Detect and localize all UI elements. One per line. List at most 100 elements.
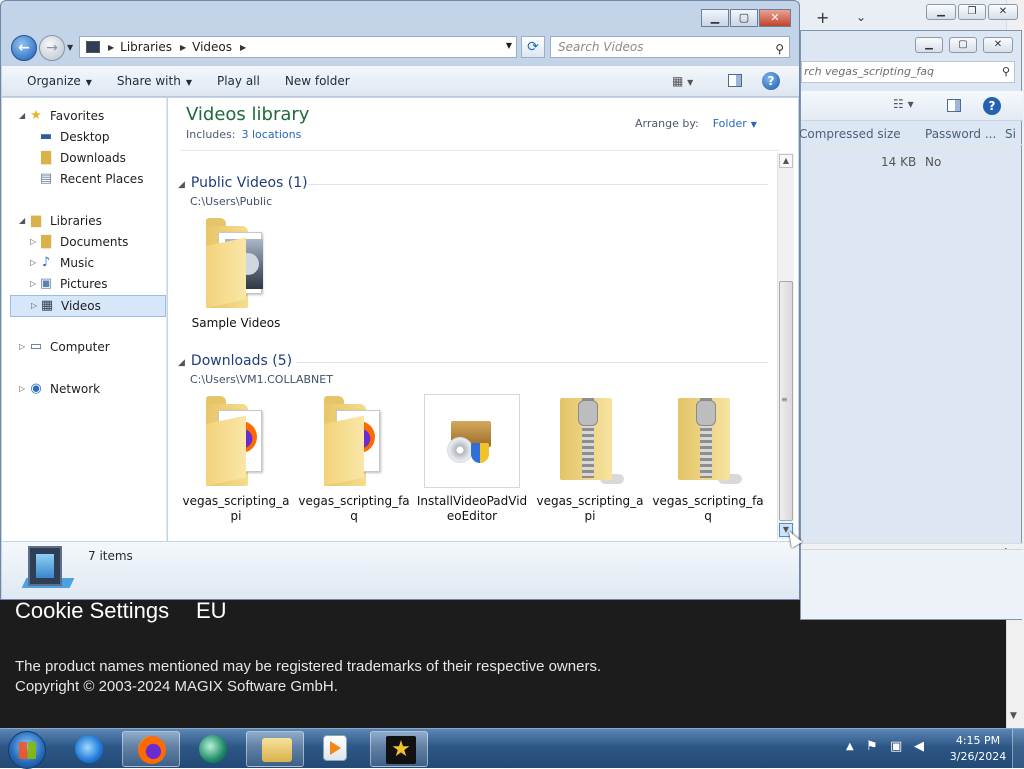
group-path: C:\Users\VM1.COLLABNET [190, 373, 333, 386]
nav-documents[interactable]: ▷ ▇ Documents [30, 232, 160, 252]
zip-search-input[interactable]: rch vegas_scripting_faq ⚲ [801, 61, 1015, 83]
minimize-button[interactable]: ▁ [701, 9, 729, 27]
nav-libraries[interactable]: ◢ ▆ Libraries [19, 211, 159, 231]
zip-minimize-button[interactable]: ▁ [915, 37, 943, 53]
collapse-icon[interactable]: ◢ [178, 358, 185, 368]
taskbar-media-player[interactable] [308, 731, 366, 767]
item-label: vegas_scripting_api [182, 494, 290, 523]
chevron-down-icon: ▼ [185, 78, 192, 87]
breadcrumb-chevron-icon[interactable]: ▶ [240, 43, 246, 52]
organize-button[interactable]: Organize ▼ [27, 74, 92, 88]
desktop-icon: ▬ [39, 129, 53, 144]
nav-favorites[interactable]: ◢ ★ Favorites [19, 106, 159, 126]
nav-music[interactable]: ▷ ♪ Music [30, 253, 160, 273]
scroll-down-arrow-icon[interactable]: ▼ [1010, 711, 1017, 721]
help-button[interactable]: ? [762, 72, 780, 90]
item-label: vegas_scripting_faq [298, 494, 410, 523]
show-desktop-button[interactable] [1012, 729, 1024, 769]
share-with-button[interactable]: Share with ▼ [117, 74, 192, 88]
arrange-by-dropdown[interactable]: Folder [713, 117, 747, 130]
collapse-icon[interactable]: ◢ [178, 180, 185, 190]
close-button[interactable]: ✕ [759, 9, 791, 27]
videos-library-large-icon [21, 546, 75, 590]
back-button[interactable]: ← [11, 35, 37, 61]
taskbar-app-circle[interactable] [184, 731, 242, 767]
locations-link[interactable]: 3 locations [241, 128, 301, 141]
library-includes: Includes: 3 locations [186, 128, 302, 141]
password-cell: No [925, 155, 942, 169]
search-input[interactable]: Search Videos ⚲ [550, 36, 790, 58]
copyright-text: Copyright © 2003-2024 MAGIX Software Gmb… [15, 678, 338, 695]
zip-command-bar: ☷ ▾ ? [801, 91, 1023, 121]
new-folder-button[interactable]: New folder [285, 74, 350, 88]
cookie-settings-link[interactable]: Cookie Settings [15, 598, 169, 624]
address-bar[interactable]: ▶ Libraries ▶ Videos ▶ ▼ [79, 36, 517, 58]
breadcrumb-chevron-icon[interactable]: ▶ [180, 43, 186, 52]
search-icon: ⚲ [775, 42, 784, 56]
column-size[interactable]: Si [1005, 127, 1016, 141]
breadcrumb-libraries[interactable]: Libraries [120, 40, 172, 54]
start-button[interactable] [8, 731, 46, 769]
zip-maximize-button[interactable]: ▢ [949, 37, 977, 53]
volume-muted-icon[interactable]: ◀ [914, 739, 924, 754]
chevron-down-icon[interactable]: ▼ [751, 120, 757, 129]
nav-computer[interactable]: ▷ ▭ Computer [19, 337, 159, 357]
table-row[interactable]: 14 KB No [801, 155, 1023, 173]
group-header-downloads[interactable]: ◢ Downloads (5) [178, 353, 292, 369]
nav-pictures[interactable]: ▷ ▣ Pictures [30, 274, 160, 294]
browser-minimize-button[interactable]: ▁ [926, 4, 956, 20]
taskbar-windows-explorer[interactable] [246, 731, 304, 767]
preview-pane-icon[interactable] [947, 99, 961, 112]
nav-downloads[interactable]: ▇ Downloads [38, 148, 158, 168]
taskbar-internet-explorer[interactable] [60, 731, 118, 767]
taskbar-movie-maker[interactable]: ★ [370, 731, 428, 767]
browser-restore-button[interactable]: ❐ [958, 4, 986, 20]
column-compressed-size[interactable]: Compressed size [799, 127, 901, 141]
group-divider [308, 184, 768, 185]
firefox-icon [138, 736, 166, 764]
breadcrumb-chevron-icon[interactable]: ▶ [108, 43, 114, 52]
scroll-grip-icon: ≡ [781, 395, 788, 404]
show-hidden-icons-icon[interactable]: ▲ [846, 741, 854, 752]
downloads-folder-icon: ▇ [41, 150, 51, 165]
clock-date: 3/26/2024 [949, 750, 1007, 763]
eu-link[interactable]: EU [196, 598, 227, 624]
change-view-button[interactable]: ▦ ▼ [672, 74, 693, 88]
play-all-button[interactable]: Play all [217, 74, 260, 88]
clock[interactable]: 4:15 PM 3/26/2024 [938, 733, 1018, 765]
preview-pane-button[interactable] [728, 74, 742, 87]
address-dropdown-icon[interactable]: ▼ [506, 41, 512, 50]
nav-desktop[interactable]: ▬ Desktop [38, 127, 158, 147]
zip-folder-icon [678, 394, 742, 486]
column-password[interactable]: Password ... [925, 127, 996, 141]
help-icon[interactable]: ? [983, 97, 1001, 115]
forward-button[interactable]: → [39, 35, 65, 61]
uac-shield-icon [471, 443, 489, 463]
compressed-size-cell: 14 KB [881, 155, 917, 169]
scroll-up-arrow-icon[interactable]: ▲ [779, 154, 793, 168]
browser-titlebar: + ⌄ ▁ ❐ ✕ [798, 0, 1018, 30]
maximize-button[interactable]: ▢ [730, 9, 758, 27]
breadcrumb-videos[interactable]: Videos [192, 40, 232, 54]
nav-videos[interactable]: ▷ ▦ Videos [10, 295, 166, 317]
taskbar-firefox[interactable] [122, 731, 180, 767]
new-tab-icon[interactable]: + [816, 8, 829, 27]
media-player-icon [323, 735, 347, 761]
content-scrollbar[interactable]: ▲ ≡ ▼ [777, 153, 794, 539]
refresh-button[interactable]: ⟳ [521, 36, 545, 58]
refresh-icon: ⟳ [527, 39, 539, 55]
nav-network[interactable]: ▷ ◉ Network [19, 379, 159, 399]
recent-pages-dropdown-icon[interactable]: ▼ [67, 43, 73, 52]
view-icon[interactable]: ☷ ▾ [893, 97, 914, 111]
app-circle-icon [199, 735, 227, 763]
browser-close-button[interactable]: ✕ [988, 4, 1018, 20]
nav-recent-places[interactable]: ▤ Recent Places [38, 169, 158, 189]
libraries-icon: ▆ [31, 213, 41, 228]
action-center-flag-icon[interactable]: ⚑ [866, 739, 878, 754]
zip-column-headers: Compressed size Password ... Si [799, 123, 1023, 145]
zip-close-button[interactable]: ✕ [983, 37, 1013, 53]
tab-list-icon[interactable]: ⌄ [856, 10, 866, 24]
network-status-icon[interactable]: ▣ [890, 739, 902, 754]
group-header-public-videos[interactable]: ◢ Public Videos (1) [178, 175, 308, 191]
back-arrow-icon: ← [18, 40, 30, 56]
